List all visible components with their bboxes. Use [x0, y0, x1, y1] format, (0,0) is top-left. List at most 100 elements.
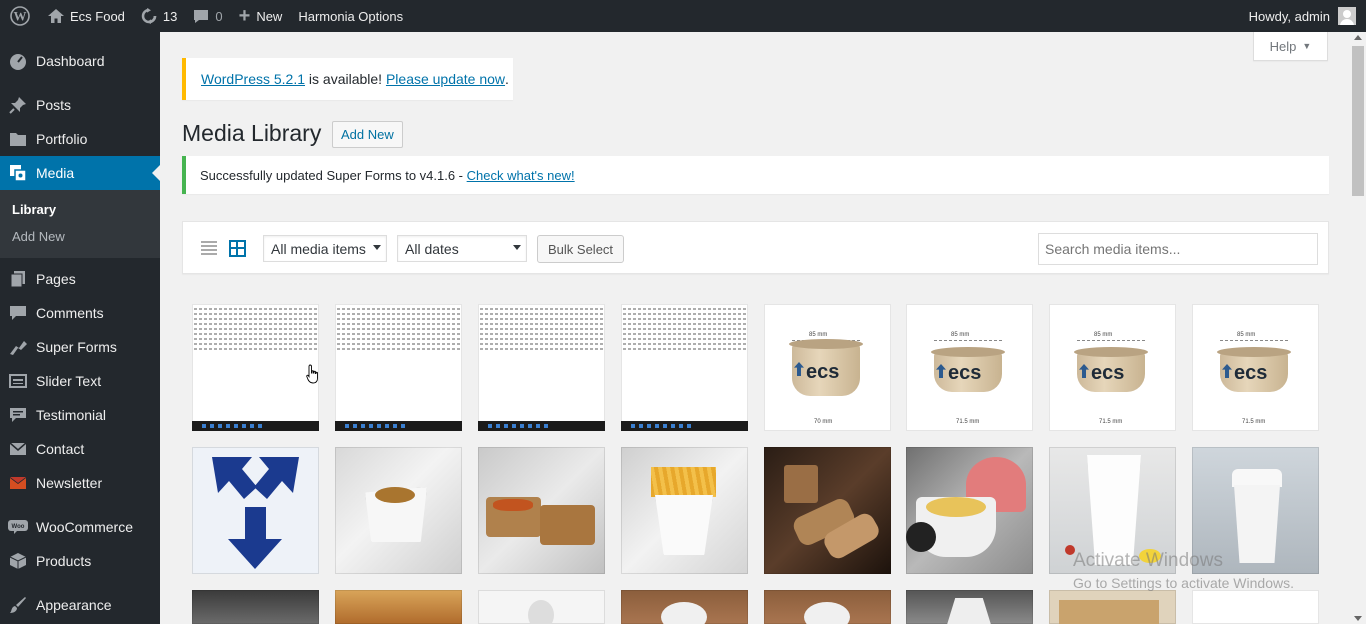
scroll-down-icon[interactable] — [1354, 616, 1362, 621]
admin-sidebar: Dashboard Posts Portfolio Media Library … — [0, 32, 160, 624]
whats-new-link[interactable]: Check what's new! — [467, 168, 575, 183]
cup-image: ecs — [1074, 347, 1148, 392]
media-thumbnail[interactable]: 85 mm ecs 70 mm — [764, 304, 891, 431]
dimension-label: 85 mm — [1094, 332, 1113, 338]
cup-image: ecs — [789, 339, 863, 396]
site-name-link[interactable]: Ecs Food — [40, 0, 133, 32]
menu-woocommerce[interactable]: Woo WooCommerce — [0, 510, 160, 544]
dashboard-icon — [8, 51, 28, 71]
menu-label: Appearance — [36, 597, 112, 613]
media-thumbnail[interactable] — [1192, 590, 1319, 624]
menu-products[interactable]: Products — [0, 544, 160, 578]
media-thumbnail[interactable]: 85 mm ecs 71.5 mm — [1192, 304, 1319, 431]
menu-contact[interactable]: Contact — [0, 432, 160, 466]
wordpress-version-link[interactable]: WordPress 5.2.1 — [201, 71, 305, 87]
media-thumbnail[interactable] — [906, 590, 1033, 624]
box-icon — [8, 551, 28, 571]
menu-media[interactable]: Media — [0, 156, 160, 190]
help-button[interactable]: Help ▼ — [1253, 32, 1328, 61]
bulk-select-button[interactable]: Bulk Select — [537, 235, 625, 263]
caret-down-icon — [513, 245, 521, 250]
updates-count: 13 — [162, 8, 178, 24]
dimension-label: 85 mm — [951, 332, 970, 338]
menu-comments[interactable]: Comments — [0, 296, 160, 330]
submenu-add-new[interactable]: Add New — [0, 223, 160, 250]
updates-link[interactable]: 13 — [133, 0, 185, 32]
media-submenu: Library Add New — [0, 190, 160, 258]
media-thumbnail[interactable]: 85 mm ecs 71.5 mm — [906, 304, 1033, 431]
scroll-up-icon[interactable] — [1354, 35, 1362, 40]
menu-pages[interactable]: Pages — [0, 262, 160, 296]
menu-posts[interactable]: Posts — [0, 88, 160, 122]
update-now-link[interactable]: Please update now — [386, 71, 505, 87]
menu-dashboard[interactable]: Dashboard — [0, 44, 160, 78]
cup-image: ecs — [1217, 347, 1291, 392]
media-thumbnail[interactable] — [621, 447, 748, 574]
media-thumbnail[interactable] — [478, 304, 605, 431]
menu-label: Super Forms — [36, 339, 117, 355]
media-thumbnail[interactable] — [478, 590, 605, 624]
media-thumbnail[interactable] — [335, 304, 462, 431]
media-thumbnail[interactable] — [906, 447, 1033, 574]
menu-label: Posts — [36, 97, 72, 113]
new-content-link[interactable]: + New — [231, 0, 291, 32]
menu-label: WooCommerce — [36, 519, 133, 535]
home-icon — [48, 9, 64, 23]
media-icon — [8, 163, 28, 183]
menu-super-forms[interactable]: Super Forms — [0, 330, 160, 364]
cup-brand: ecs — [806, 361, 840, 383]
menu-testimonial[interactable]: Testimonial — [0, 398, 160, 432]
update-notice: WordPress 5.2.1 is available! Please upd… — [182, 58, 513, 100]
menu-label: Newsletter — [36, 475, 103, 491]
success-notice: Successfully updated Super Forms to v4.1… — [182, 156, 1329, 194]
menu-appearance[interactable]: Appearance — [0, 588, 160, 622]
media-type-filter[interactable]: All media items — [263, 235, 387, 262]
comment-bubble-icon — [193, 9, 209, 24]
menu-slider-text[interactable]: Slider Text — [0, 364, 160, 398]
media-thumbnail[interactable] — [335, 447, 462, 574]
woo-icon: Woo — [8, 517, 28, 537]
site-name: Ecs Food — [70, 8, 125, 24]
wordpress-icon: W — [10, 6, 30, 26]
activation-watermark-title: Activate Windows — [1073, 550, 1223, 571]
menu-label: Slider Text — [36, 373, 102, 389]
menu-label: Comments — [36, 305, 104, 321]
cup-brand: ecs — [1234, 362, 1268, 384]
dimension-label: 71.5 mm — [1099, 419, 1123, 425]
menu-newsletter[interactable]: Newsletter — [0, 466, 160, 500]
scroll-thumb[interactable] — [1352, 46, 1364, 196]
slider-icon — [8, 371, 28, 391]
media-thumbnail[interactable] — [478, 447, 605, 574]
user-greeting[interactable]: Howdy, admin — [1249, 9, 1330, 24]
media-thumbnail[interactable] — [192, 590, 319, 624]
pin-icon — [8, 95, 28, 115]
media-thumbnail[interactable] — [335, 590, 462, 624]
comments-link[interactable]: 0 — [185, 0, 230, 32]
avatar[interactable] — [1338, 7, 1356, 25]
menu-portfolio[interactable]: Portfolio — [0, 122, 160, 156]
harmonia-options-link[interactable]: Harmonia Options — [290, 0, 411, 32]
grid-view-icon[interactable] — [229, 240, 246, 257]
page-scrollbar[interactable] — [1350, 32, 1366, 624]
media-thumbnail[interactable] — [621, 304, 748, 431]
admin-bar: W Ecs Food 13 0 + New Harmonia Options H… — [0, 0, 1366, 32]
hand-cursor-icon — [306, 364, 318, 384]
media-thumbnail[interactable] — [1049, 590, 1176, 624]
plus-icon: + — [238, 4, 251, 27]
submenu-library[interactable]: Library — [0, 196, 160, 223]
media-thumbnail[interactable] — [764, 590, 891, 624]
media-thumbnail[interactable] — [192, 447, 319, 574]
media-thumbnail[interactable] — [764, 447, 891, 574]
media-thumbnail[interactable] — [621, 590, 748, 624]
add-new-button[interactable]: Add New — [332, 121, 403, 148]
media-thumbnail[interactable]: 85 mm ecs 71.5 mm — [1049, 304, 1176, 431]
puzzle-icon — [8, 337, 28, 357]
list-view-icon[interactable] — [201, 241, 217, 255]
activation-watermark-text: Go to Settings to activate Windows. — [1073, 575, 1294, 591]
media-thumbnail[interactable] — [192, 304, 319, 431]
search-input[interactable] — [1038, 233, 1318, 265]
folder-icon — [8, 129, 28, 149]
date-filter[interactable]: All dates — [397, 235, 527, 262]
svg-text:Woo: Woo — [12, 524, 25, 530]
wordpress-logo[interactable]: W — [0, 0, 40, 32]
